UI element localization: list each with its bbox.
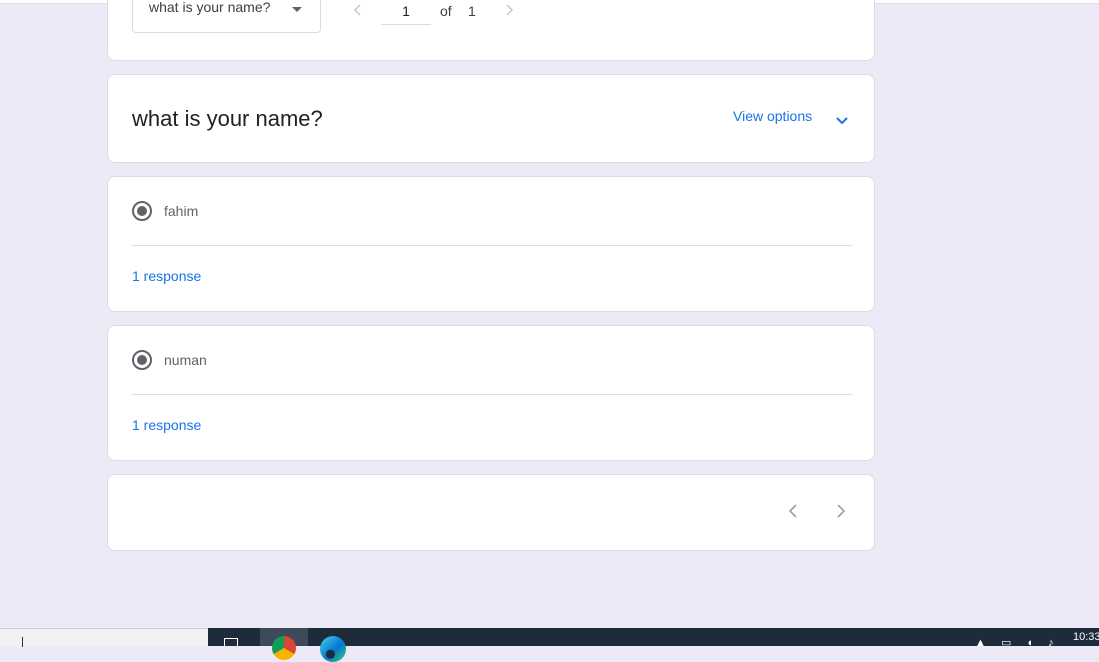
question-navigator-card: what is your name? 1 of 1 xyxy=(107,0,875,61)
question-select[interactable]: what is your name? xyxy=(132,0,321,33)
question-title: what is your name? xyxy=(132,106,323,131)
answer-text: numan xyxy=(164,352,207,368)
pager-total: 1 xyxy=(468,3,476,19)
view-options-button[interactable]: View options xyxy=(733,108,812,124)
divider xyxy=(132,245,852,246)
answer-card: numan 1 response xyxy=(107,325,875,461)
dropdown-caret-icon xyxy=(292,7,302,12)
divider xyxy=(132,394,852,395)
answer-card: fahim 1 response xyxy=(107,176,875,312)
system-tray-icons[interactable]: ▲ ▭ ◖ ♪ xyxy=(975,636,1060,649)
radio-dot xyxy=(137,206,147,216)
question-card: what is your name? View options xyxy=(107,74,875,163)
radio-selected-icon xyxy=(132,201,152,221)
taskbar-clock[interactable]: 10:33 xyxy=(1073,631,1099,643)
next-response-icon[interactable] xyxy=(836,504,846,518)
previous-response-icon[interactable] xyxy=(788,504,798,518)
pager-of-label: of xyxy=(440,3,452,19)
radio-selected-icon xyxy=(132,350,152,370)
answer-text: fahim xyxy=(164,203,199,219)
pager-next-icon[interactable] xyxy=(504,4,514,16)
question-select-value: what is your name? xyxy=(149,0,271,15)
edge-icon[interactable] xyxy=(320,636,346,662)
pager-page-input[interactable]: 1 xyxy=(381,0,431,25)
pager-prev-icon[interactable] xyxy=(353,4,363,16)
task-view-icon[interactable] xyxy=(224,638,238,646)
radio-dot xyxy=(137,355,147,365)
response-count-link[interactable]: 1 response xyxy=(132,417,201,433)
response-navigation-card xyxy=(107,474,875,551)
taskbar-search-box[interactable] xyxy=(0,628,208,647)
windows-taskbar: ▲ ▭ ◖ ♪ 10:33 xyxy=(0,628,1099,662)
chrome-icon[interactable] xyxy=(272,636,296,660)
chevron-down-icon[interactable] xyxy=(836,112,848,130)
response-count-link[interactable]: 1 response xyxy=(132,268,201,284)
